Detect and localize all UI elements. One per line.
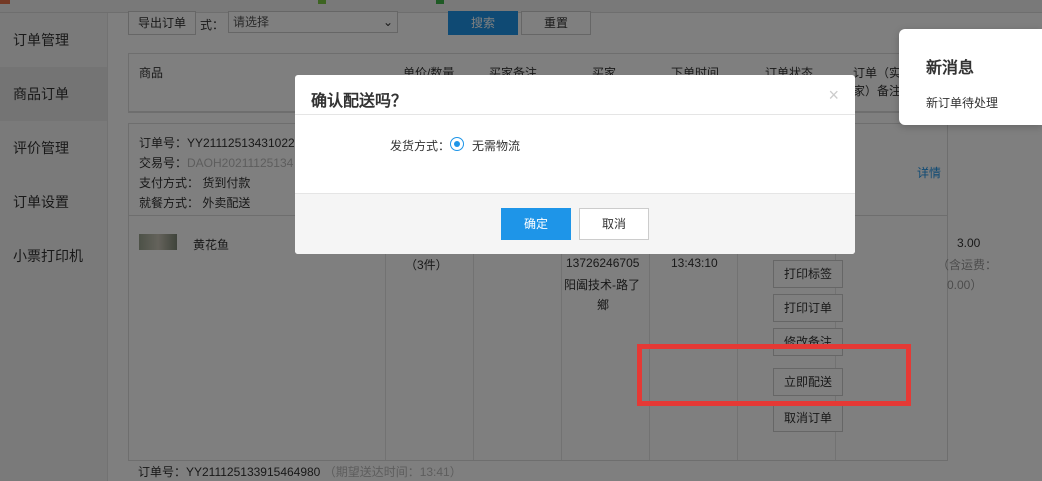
confirm-button[interactable]: 确定	[501, 208, 571, 240]
no-logistics-radio[interactable]	[450, 137, 464, 151]
red-highlight-box	[637, 344, 911, 406]
shipping-method-label: 发货方式：	[390, 139, 451, 153]
cancel-button[interactable]: 取消	[579, 208, 649, 240]
notification-title: 新消息	[926, 60, 975, 77]
confirm-delivery-dialog: 确认配送吗？ × 发货方式： 无需物流 确定 取消	[295, 75, 855, 254]
dialog-divider	[295, 114, 855, 115]
dialog-footer: 确定 取消	[295, 193, 855, 254]
notification-body: 新订单待处理	[926, 96, 999, 110]
dialog-title: 确认配送吗？	[311, 93, 408, 110]
no-logistics-label[interactable]: 无需物流	[472, 137, 520, 154]
new-message-notification[interactable]: 新消息 新订单待处理	[899, 29, 1042, 125]
close-icon[interactable]: ×	[828, 85, 839, 106]
